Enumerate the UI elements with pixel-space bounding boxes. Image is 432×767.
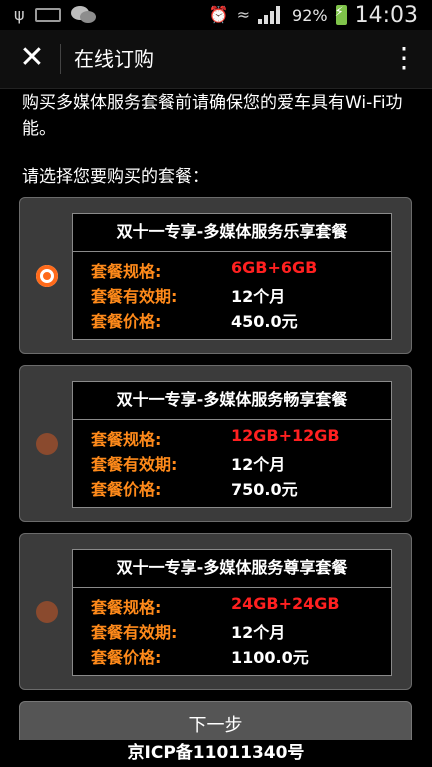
spec-label: 套餐规格: [91,598,162,617]
intro-text: 购买多媒体服务套餐前请确保您的爱车具有Wi-Fi功能。 [22,93,403,139]
title-divider [60,44,61,74]
alarm-icon: ⏰ [208,5,229,24]
more-menu-icon[interactable]: ⋮ [388,38,420,78]
package-title: 双十一专享-多媒体服务乐享套餐 [73,214,391,252]
select-prompt: 请选择您要购买的套餐： [22,167,209,187]
package-radio-1[interactable] [36,265,58,287]
price-value: 1100.0元 [231,648,309,667]
package-title: 双十一专享-多媒体服务尊享套餐 [73,550,391,588]
signal-icon [258,6,284,24]
close-icon[interactable]: ✕ [12,38,52,78]
price-value: 750.0元 [231,480,298,499]
price-label: 套餐价格: [91,480,162,499]
validity-label: 套餐有效期: [91,455,178,474]
validity-value: 12个月 [231,623,286,642]
validity-value: 12个月 [231,287,286,306]
package-card-3[interactable]: 双十一专享-多媒体服务尊享套餐 套餐规格: 24GB+24GB 套餐有效期: 12个… [19,533,412,690]
package-radio-2[interactable] [36,433,58,455]
validity-label: 套餐有效期: [91,623,178,642]
spec-label: 套餐规格: [91,430,162,449]
title-bar: ✕ 在线订购 ⋮ [0,30,432,89]
package-detail-1: 双十一专享-多媒体服务乐享套餐 套餐规格: 6GB+6GB 套餐有效期: 12个月 … [72,213,392,340]
package-radio-3[interactable] [36,601,58,623]
validity-label: 套餐有效期: [91,287,178,306]
package-card-1[interactable]: 双十一专享-多媒体服务乐享套餐 套餐规格: 6GB+6GB 套餐有效期: 12个月 … [19,197,412,354]
sim-icon [34,8,61,22]
clock: 14:03 [354,2,418,28]
spec-label: 套餐规格: [91,262,162,281]
spec-value: 24GB+24GB [231,594,340,613]
battery-percent: 92% [292,5,328,25]
validity-value: 12个月 [231,455,286,474]
price-label: 套餐价格: [91,648,162,667]
status-bar: ψ ⏰ ≈ 92% 14:03 [0,0,432,30]
wechat-icon [70,6,97,24]
package-detail-3: 双十一专享-多媒体服务尊享套餐 套餐规格: 24GB+24GB 套餐有效期: 12个… [72,549,392,676]
spec-value: 12GB+12GB [231,426,340,445]
page-title: 在线订购 [74,47,154,71]
battery-icon [335,5,347,25]
usb-icon: ψ [14,5,25,24]
spec-value: 6GB+6GB [231,258,318,277]
package-card-2[interactable]: 双十一专享-多媒体服务畅享套餐 套餐规格: 12GB+12GB 套餐有效期: 12个… [19,365,412,522]
price-value: 450.0元 [231,312,298,331]
package-title: 双十一专享-多媒体服务畅享套餐 [73,382,391,420]
price-label: 套餐价格: [91,312,162,331]
icp-footer: 京ICP备11011340号 [0,740,432,767]
package-detail-2: 双十一专享-多媒体服务畅享套餐 套餐规格: 12GB+12GB 套餐有效期: 12个… [72,381,392,508]
wifi-icon: ≈ [236,5,251,24]
